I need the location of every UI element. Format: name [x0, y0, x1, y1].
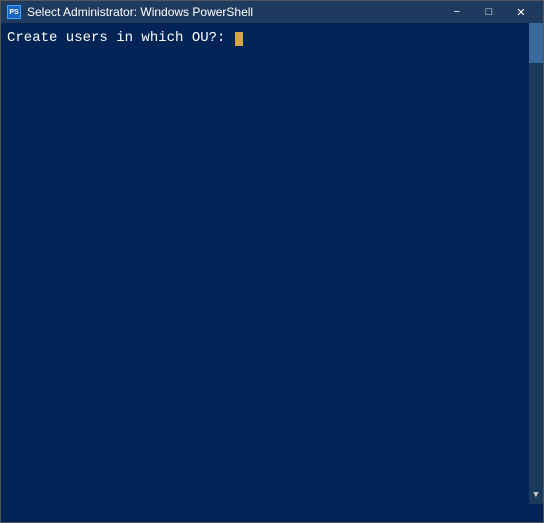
console-output: Create users in which OU?: [3, 27, 541, 49]
ps-icon-badge: PS [7, 5, 21, 19]
close-button[interactable]: ✕ [505, 1, 537, 23]
scrollbar-thumb[interactable] [529, 23, 543, 63]
window-title: Select Administrator: Windows PowerShell [27, 5, 441, 19]
powershell-window: PS Select Administrator: Windows PowerSh… [0, 0, 544, 523]
scrollbar[interactable]: ▼ [529, 23, 543, 504]
titlebar: PS Select Administrator: Windows PowerSh… [1, 1, 543, 23]
prompt-line: Create users in which OU?: [7, 30, 234, 46]
cursor-block [235, 32, 243, 46]
minimize-button[interactable]: − [441, 1, 473, 23]
scrollbar-down-button[interactable]: ▼ [529, 486, 543, 504]
app-icon: PS [7, 5, 21, 19]
maximize-button[interactable]: □ [473, 1, 505, 23]
console-body[interactable]: Create users in which OU?: ▼ [1, 23, 543, 522]
window-controls: − □ ✕ [441, 1, 537, 23]
